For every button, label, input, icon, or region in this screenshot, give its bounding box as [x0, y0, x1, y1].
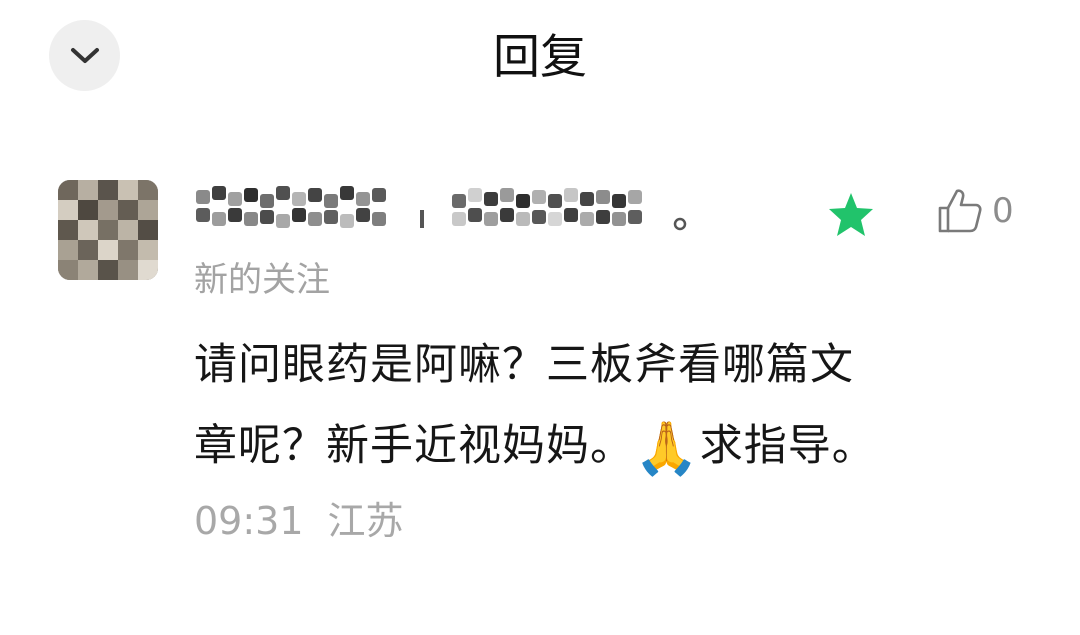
comment-meta: 09:31 江苏: [194, 493, 404, 549]
folded-hands-emoji: 🙏: [634, 419, 700, 479]
thumbs-up-icon: [938, 188, 982, 232]
follow-tag: 新的关注: [194, 260, 330, 300]
comment-line-2-a: 章呢？新手近视妈妈。: [194, 421, 634, 471]
avatar[interactable]: [58, 180, 158, 280]
comment-location: 江苏: [327, 499, 404, 543]
reply-screen: 回复 0 新的关注 请问眼药是阿嘛？三板斧看哪篇文 章呢？新手近视妈妈。🙏求指导…: [0, 0, 1080, 635]
like-count: 0: [992, 190, 1014, 231]
page-title: 回复: [493, 30, 587, 85]
comment-line-2: 章呢？新手近视妈妈。🙏求指导。: [194, 406, 1024, 490]
comment-line-1: 请问眼药是阿嘛？三板斧看哪篇文: [194, 340, 854, 390]
nickname-obscured[interactable]: [192, 180, 702, 240]
star-icon[interactable]: [826, 190, 876, 240]
comment-text: 请问眼药是阿嘛？三板斧看哪篇文 章呢？新手近视妈妈。🙏求指导。: [194, 325, 1024, 490]
comment-time: 09:31: [194, 499, 304, 543]
like-button[interactable]: 0: [934, 183, 1014, 238]
comment-line-2-b: 求指导。: [699, 421, 876, 471]
